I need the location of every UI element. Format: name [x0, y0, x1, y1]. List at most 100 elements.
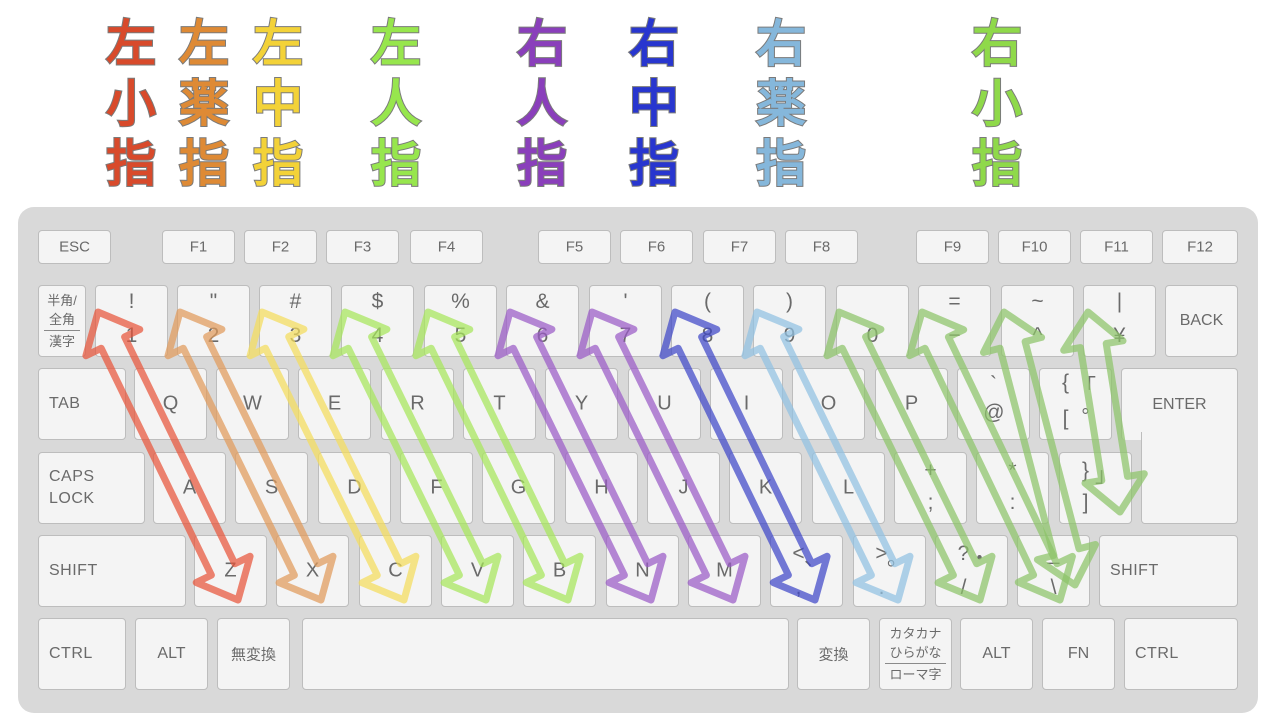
- key-f10[interactable]: F10: [998, 230, 1071, 264]
- key-e[interactable]: E: [298, 368, 371, 440]
- finger-label-char: 指: [252, 134, 304, 194]
- key-shift-right[interactable]: SHIFT: [1099, 535, 1238, 607]
- key-shift-char: ~: [1031, 290, 1044, 313]
- key-v[interactable]: V: [441, 535, 514, 607]
- key-w[interactable]: W: [216, 368, 289, 440]
- key-m[interactable]: M: [688, 535, 761, 607]
- key-p[interactable]: P: [875, 368, 948, 440]
- key-0[interactable]: 0: [836, 285, 909, 357]
- key-semicolon[interactable]: +;: [894, 452, 967, 524]
- key-kana[interactable]: カタカナ ひらがな ローマ字: [879, 618, 952, 690]
- key-n[interactable]: N: [606, 535, 679, 607]
- key-5[interactable]: % 5: [424, 285, 497, 357]
- finger-label-char: 中: [252, 74, 304, 134]
- key-6[interactable]: & 6: [506, 285, 579, 357]
- key-period[interactable]: > 。 .: [853, 535, 926, 607]
- key-char: 2: [207, 324, 220, 347]
- key-7[interactable]: ' 7: [589, 285, 662, 357]
- key-a[interactable]: A: [153, 452, 226, 524]
- key-h[interactable]: H: [565, 452, 638, 524]
- key-b[interactable]: B: [523, 535, 596, 607]
- key-k[interactable]: K: [729, 452, 802, 524]
- key-char: 3: [289, 324, 302, 347]
- key-x[interactable]: X: [276, 535, 349, 607]
- key-enter[interactable]: ENTER: [1121, 368, 1238, 440]
- key-label: CTRL: [1135, 645, 1179, 662]
- key-f8[interactable]: F8: [785, 230, 858, 264]
- key-z[interactable]: Z: [194, 535, 267, 607]
- key-f6[interactable]: F6: [620, 230, 693, 264]
- key-ctrl-left[interactable]: CTRL: [38, 618, 126, 690]
- key-f1[interactable]: F1: [162, 230, 235, 264]
- key-2[interactable]: " 2: [177, 285, 250, 357]
- key-label: 全角: [48, 312, 75, 327]
- key-f3[interactable]: F3: [326, 230, 399, 264]
- key-esc[interactable]: ESC: [38, 230, 111, 264]
- key-f11[interactable]: F11: [1080, 230, 1153, 264]
- key-fn[interactable]: FN: [1042, 618, 1115, 690]
- key-r[interactable]: R: [381, 368, 454, 440]
- key-1[interactable]: ! 1: [95, 285, 168, 357]
- key-char: D: [347, 476, 362, 499]
- key-shift-char: =: [948, 290, 961, 313]
- key-f9[interactable]: F9: [916, 230, 989, 264]
- key-f7[interactable]: F7: [703, 230, 776, 264]
- key-slash[interactable]: ? ・ /: [935, 535, 1008, 607]
- key-char: ;: [927, 491, 934, 514]
- key-alt-left[interactable]: ALT: [135, 618, 208, 690]
- key-o[interactable]: O: [792, 368, 865, 440]
- key-caret[interactable]: ~ ^: [1001, 285, 1074, 357]
- key-bracket-open[interactable]: { 「 [ °: [1039, 368, 1112, 440]
- key-char: −: [948, 324, 961, 347]
- key-8[interactable]: (8: [671, 285, 744, 357]
- key-label: F12: [1187, 238, 1213, 256]
- key-hankaku-zenkaku[interactable]: 半角/ 全角 漢字: [38, 285, 86, 357]
- key-l[interactable]: L: [812, 452, 885, 524]
- key-shift-char: *: [1008, 459, 1017, 482]
- key-muhenkan[interactable]: 無変換: [217, 618, 290, 690]
- key-colon[interactable]: *:: [976, 452, 1049, 524]
- key-capslock[interactable]: CAPS LOCK: [38, 452, 145, 524]
- key-comma[interactable]: < 、 ,: [770, 535, 843, 607]
- key-label: カタカナ: [889, 626, 942, 641]
- key-j[interactable]: J: [647, 452, 720, 524]
- key-yen[interactable]: | ¥: [1083, 285, 1156, 357]
- key-3[interactable]: #3: [259, 285, 332, 357]
- key-4[interactable]: $4: [341, 285, 414, 357]
- key-f12[interactable]: F12: [1162, 230, 1238, 264]
- key-label-stack: CAPS LOCK: [49, 466, 95, 510]
- finger-label-char: 小: [105, 74, 157, 134]
- key-g[interactable]: G: [482, 452, 555, 524]
- key-label: 変換: [818, 646, 849, 664]
- key-f4[interactable]: F4: [410, 230, 483, 264]
- key-c[interactable]: C: [359, 535, 432, 607]
- key-alt-right[interactable]: ALT: [960, 618, 1033, 690]
- keyboard: ESC F1 F2 F3 F4 F5 F6 F7 F8 F9 F10 F11 F…: [18, 207, 1258, 713]
- key-henkan[interactable]: 変換: [797, 618, 870, 690]
- key-f2[interactable]: F2: [244, 230, 317, 264]
- key-9[interactable]: ) 9: [753, 285, 826, 357]
- key-char: ¥: [1113, 324, 1126, 347]
- key-enter-lower[interactable]: [1141, 432, 1238, 524]
- key-d[interactable]: D: [318, 452, 391, 524]
- finger-label-char: 左: [105, 14, 157, 74]
- key-t[interactable]: T: [463, 368, 536, 440]
- key-i[interactable]: I: [710, 368, 783, 440]
- key-u[interactable]: U: [628, 368, 701, 440]
- key-f[interactable]: F: [400, 452, 473, 524]
- key-ctrl-right[interactable]: CTRL: [1124, 618, 1238, 690]
- key-y[interactable]: Y: [545, 368, 618, 440]
- key-s[interactable]: S: [235, 452, 308, 524]
- key-label-stack: 半角/ 全角 漢字: [39, 291, 85, 351]
- key-shift-left[interactable]: SHIFT: [38, 535, 186, 607]
- finger-label-char: 指: [971, 134, 1023, 194]
- key-minus[interactable]: = −: [918, 285, 991, 357]
- key-char: 0: [866, 324, 879, 347]
- key-bracket-close[interactable]: } 」 ]: [1059, 452, 1132, 524]
- key-q[interactable]: Q: [134, 368, 207, 440]
- key-space[interactable]: [302, 618, 789, 690]
- key-backslash[interactable]: _ \: [1017, 535, 1090, 607]
- key-backspace[interactable]: BACK: [1165, 285, 1238, 357]
- key-tab[interactable]: TAB: [38, 368, 126, 440]
- key-f5[interactable]: F5: [538, 230, 611, 264]
